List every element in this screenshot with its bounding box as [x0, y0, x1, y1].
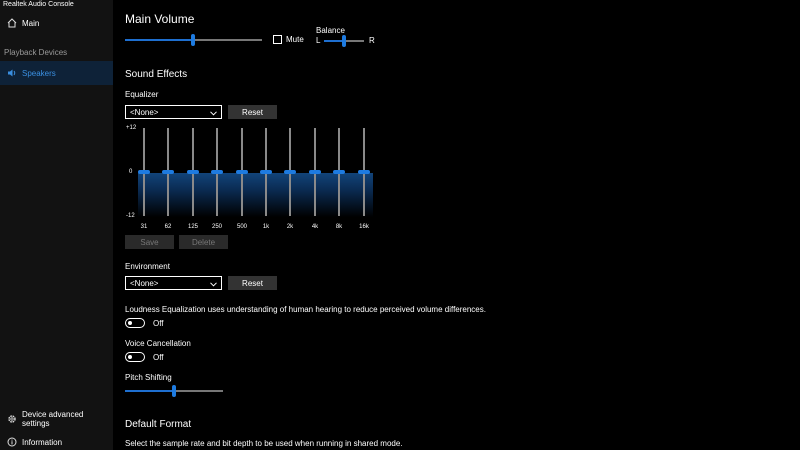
sound-effects-heading: Sound Effects [125, 69, 188, 80]
eq-band-label-1k: 1k [262, 224, 270, 230]
eq-band-thumb-16k[interactable] [358, 170, 370, 174]
eq-band-thumb-2k[interactable] [284, 170, 296, 174]
pitch-shifting-slider[interactable] [125, 385, 223, 397]
chevron-down-icon [210, 109, 217, 118]
balance-fill [324, 40, 344, 42]
loudness-description: Loudness Equalization uses understanding… [125, 305, 486, 314]
chevron-down-icon [210, 280, 217, 289]
info-icon [3, 437, 21, 447]
eq-band-thumb-8k[interactable] [333, 170, 345, 174]
pitch-shifting-thumb[interactable] [172, 385, 176, 397]
loudness-state: Off [153, 319, 164, 328]
eq-band-label-2k: 2k [286, 224, 294, 230]
nav-main-label: Main [22, 18, 40, 28]
nav-device-advanced-settings-label: Device advanced settings [21, 410, 84, 428]
toggle-knob [128, 321, 132, 325]
nav-information[interactable]: Information [0, 430, 113, 450]
eq-band-thumb-125[interactable] [187, 170, 199, 174]
equalizer-reset-button[interactable]: Reset [228, 105, 277, 119]
main-volume-slider[interactable] [125, 34, 262, 46]
voice-cancellation-toggle[interactable] [125, 352, 145, 362]
eq-save-button[interactable]: Save [125, 235, 174, 249]
default-format-description: Select the sample rate and bit depth to … [125, 439, 403, 448]
speaker-icon [3, 68, 21, 78]
main-volume-fill [125, 39, 194, 41]
balance-label: Balance [316, 26, 345, 35]
eq-band-label-4k: 4k [311, 224, 319, 230]
balance-thumb[interactable] [342, 35, 346, 47]
eq-band-label-250: 250 [211, 224, 222, 230]
nav-main[interactable]: Main [0, 11, 113, 35]
eq-axis-mid: 0 [129, 169, 133, 175]
voice-cancellation-label: Voice Cancellation [125, 339, 191, 348]
eq-band-thumb-250[interactable] [211, 170, 223, 174]
default-format-heading: Default Format [125, 419, 192, 430]
eq-band-thumb-4k[interactable] [309, 170, 321, 174]
main-volume-thumb[interactable] [191, 34, 195, 46]
window-title: Realtek Audio Console [3, 1, 74, 8]
nav-device-advanced-settings[interactable]: Device advanced settings [0, 407, 113, 431]
balance-slider[interactable] [324, 35, 364, 47]
eq-band-label-8k: 8k [335, 224, 343, 230]
eq-band-thumb-1k[interactable] [260, 170, 272, 174]
eq-band-thumb-62[interactable] [162, 170, 174, 174]
eq-band-label-16k: 16k [359, 224, 369, 230]
eq-axis-top: +12 [126, 125, 137, 131]
home-icon [3, 18, 21, 28]
pitch-shifting-label: Pitch Shifting [125, 373, 172, 382]
eq-band-label-62: 62 [164, 224, 172, 230]
nav-speakers-label: Speakers [22, 68, 56, 78]
nav-information-label: Information [22, 437, 63, 447]
main-volume-heading: Main Volume [125, 12, 195, 26]
eq-band-thumb-500[interactable] [236, 170, 248, 174]
nav-speakers[interactable]: Speakers [0, 61, 113, 85]
loudness-toggle[interactable] [125, 318, 145, 328]
balance-left-label: L [316, 36, 321, 45]
sidebar: Realtek Audio Console Main Playback Devi… [0, 0, 113, 450]
environment-reset-button[interactable]: Reset [228, 276, 277, 290]
eq-delete-button[interactable]: Delete [179, 235, 228, 249]
eq-band-label-31: 31 [140, 224, 148, 230]
mute-label: Mute [286, 35, 304, 44]
environment-dropdown-value: <None> [130, 278, 159, 288]
equalizer-dropdown-value: <None> [130, 107, 159, 117]
equalizer-dropdown[interactable]: <None> [125, 105, 222, 119]
eq-band-label-125: 125 [187, 224, 198, 230]
playback-devices-label: Playback Devices [4, 48, 68, 57]
voice-cancellation-state: Off [153, 353, 164, 362]
environment-dropdown[interactable]: <None> [125, 276, 222, 290]
equalizer-label: Equalizer [125, 90, 159, 99]
pitch-shifting-fill [125, 390, 174, 392]
eq-axis-bottom: -12 [126, 213, 135, 219]
mute-checkbox[interactable] [273, 35, 282, 44]
realtek-audio-console: Realtek Audio Console Main Playback Devi… [0, 0, 800, 450]
toggle-knob [128, 355, 132, 359]
eq-band-label-500: 500 [236, 224, 247, 230]
gear-icon [3, 414, 21, 424]
environment-label: Environment [125, 262, 170, 271]
balance-right-label: R [369, 36, 375, 45]
eq-band-thumb-31[interactable] [138, 170, 150, 174]
